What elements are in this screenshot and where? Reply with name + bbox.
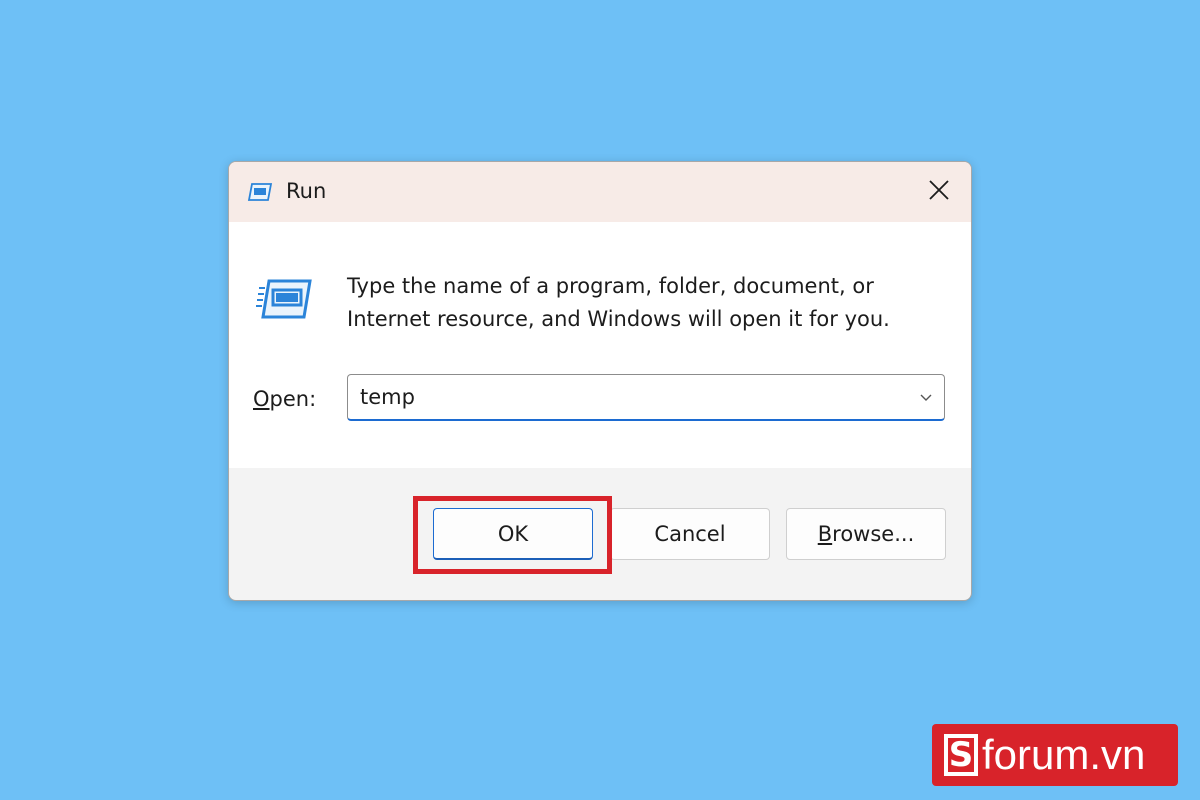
cancel-button[interactable]: Cancel [610, 508, 770, 560]
browse-label: rowse... [832, 522, 915, 546]
open-combobox[interactable]: temp [347, 374, 945, 421]
window-title: Run [286, 179, 327, 203]
close-icon [928, 179, 950, 205]
browse-accelerator: B [817, 522, 833, 546]
browse-button[interactable]: Browse... [786, 508, 946, 560]
dialog-content: Type the name of a program, folder, docu… [229, 222, 971, 468]
title-bar[interactable]: Run [229, 162, 971, 222]
open-label-accelerator: O [253, 387, 270, 411]
sforum-logo: S forum.vn [932, 724, 1178, 786]
open-label-text: pen: [269, 387, 317, 411]
chevron-down-icon[interactable] [918, 389, 934, 405]
logo-letter: S [944, 734, 978, 776]
open-input[interactable]: temp [360, 375, 415, 420]
open-label: Open: [253, 387, 316, 411]
description-text: Type the name of a program, folder, docu… [347, 274, 890, 331]
logo-text: forum.vn [982, 731, 1146, 778]
run-app-icon [255, 278, 313, 320]
run-app-icon [247, 182, 273, 202]
ok-highlight-frame [413, 496, 612, 574]
close-button[interactable] [921, 174, 957, 210]
